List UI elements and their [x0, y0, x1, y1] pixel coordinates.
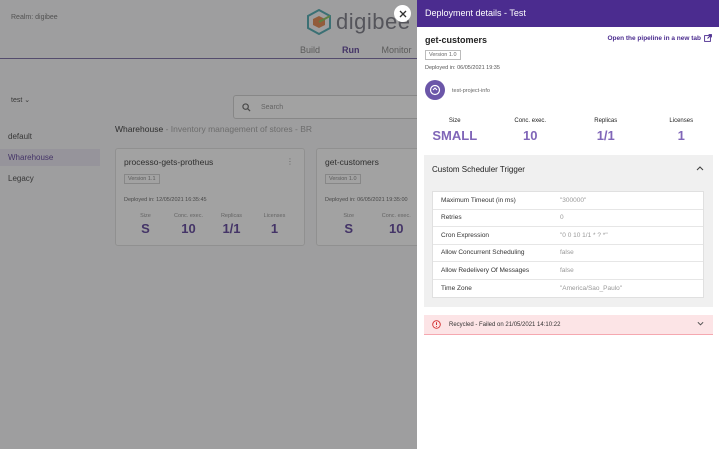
deployed-date: Deployed in: 06/05/2021 19:35: [425, 65, 500, 71]
row-value: false: [560, 266, 574, 274]
open-pipeline-label: Open the pipeline in a new tab: [607, 34, 701, 42]
stat-value: 1/1: [596, 128, 615, 143]
close-button[interactable]: [394, 5, 411, 22]
drawer-title: Deployment details - Test: [425, 8, 526, 18]
stat-label: Size: [448, 118, 461, 124]
row-key: Retries: [441, 214, 462, 222]
table-row: Maximum Timeout (in ms) "300000": [433, 192, 703, 210]
stat-label: Licenses: [669, 118, 694, 124]
stat-concurrent-executions: Conc. exec. 10: [493, 118, 569, 143]
table-row: Allow Redelivery Of Messages false: [433, 262, 703, 280]
row-value: "America/Sao_Paulo": [560, 284, 623, 292]
recycled-alert[interactable]: Recycled - Failed on 21/05/2021 14:10:22: [424, 315, 713, 335]
stat-label: Replicas: [594, 118, 618, 124]
table-row: Cron Expression "0 0 10 1/1 * ? *": [433, 227, 703, 245]
row-key: Allow Redelivery Of Messages: [441, 266, 530, 274]
row-key: Maximum Timeout (in ms): [441, 196, 516, 204]
scheduler-trigger-panel: Custom Scheduler Trigger Maximum Timeout…: [424, 155, 713, 307]
chevron-down-icon: [697, 321, 704, 326]
stat-size: Size SMALL: [417, 118, 493, 143]
chevron-up-icon: [696, 166, 704, 171]
table-row: Time Zone "America/Sao_Paulo": [433, 280, 703, 298]
stat-label: Conc. exec.: [514, 118, 547, 124]
stat-licenses: Licenses 1: [644, 118, 719, 143]
table-row: Retries 0: [433, 210, 703, 227]
row-key: Time Zone: [441, 284, 472, 292]
drawer-header: Deployment details - Test: [417, 0, 719, 27]
deployment-details-drawer: Deployment details - Test get-customers …: [417, 0, 719, 449]
stat-value: 1: [677, 128, 685, 143]
scheduler-table: Maximum Timeout (in ms) "300000" Retries 0…: [432, 191, 704, 298]
deployment-stats: Size SMALL Conc. exec. 10 Replicas 1/1 Lice…: [417, 118, 719, 143]
stat-value: SMALL: [432, 128, 478, 143]
table-row: Allow Concurrent Scheduling false: [433, 245, 703, 262]
row-key: Cron Expression: [441, 231, 490, 239]
stat-replicas: Replicas 1/1: [568, 118, 644, 143]
row-value: 0: [560, 214, 564, 222]
recycled-message: Recycled - Failed on 21/05/2021 14:10:22: [449, 321, 561, 328]
project-logo-icon: [429, 84, 441, 96]
row-value: "0 0 10 1/1 * ? *": [560, 231, 608, 239]
scheduler-trigger-header[interactable]: Custom Scheduler Trigger: [424, 155, 713, 183]
pipeline-name: get-customers: [425, 35, 488, 45]
project-name: test-project-info: [452, 88, 490, 94]
scheduler-trigger-title: Custom Scheduler Trigger: [432, 165, 525, 174]
version-badge: Version 1.0: [425, 50, 461, 60]
project-icon: [425, 80, 445, 100]
stat-value: 10: [523, 128, 538, 143]
open-pipeline-link[interactable]: Open the pipeline in a new tab: [607, 34, 712, 42]
row-value: "300000": [560, 196, 587, 204]
close-icon: [399, 10, 406, 17]
alert-icon: [432, 320, 441, 329]
row-value: false: [560, 249, 574, 257]
external-link-icon: [704, 34, 712, 42]
row-key: Allow Concurrent Scheduling: [441, 249, 525, 257]
